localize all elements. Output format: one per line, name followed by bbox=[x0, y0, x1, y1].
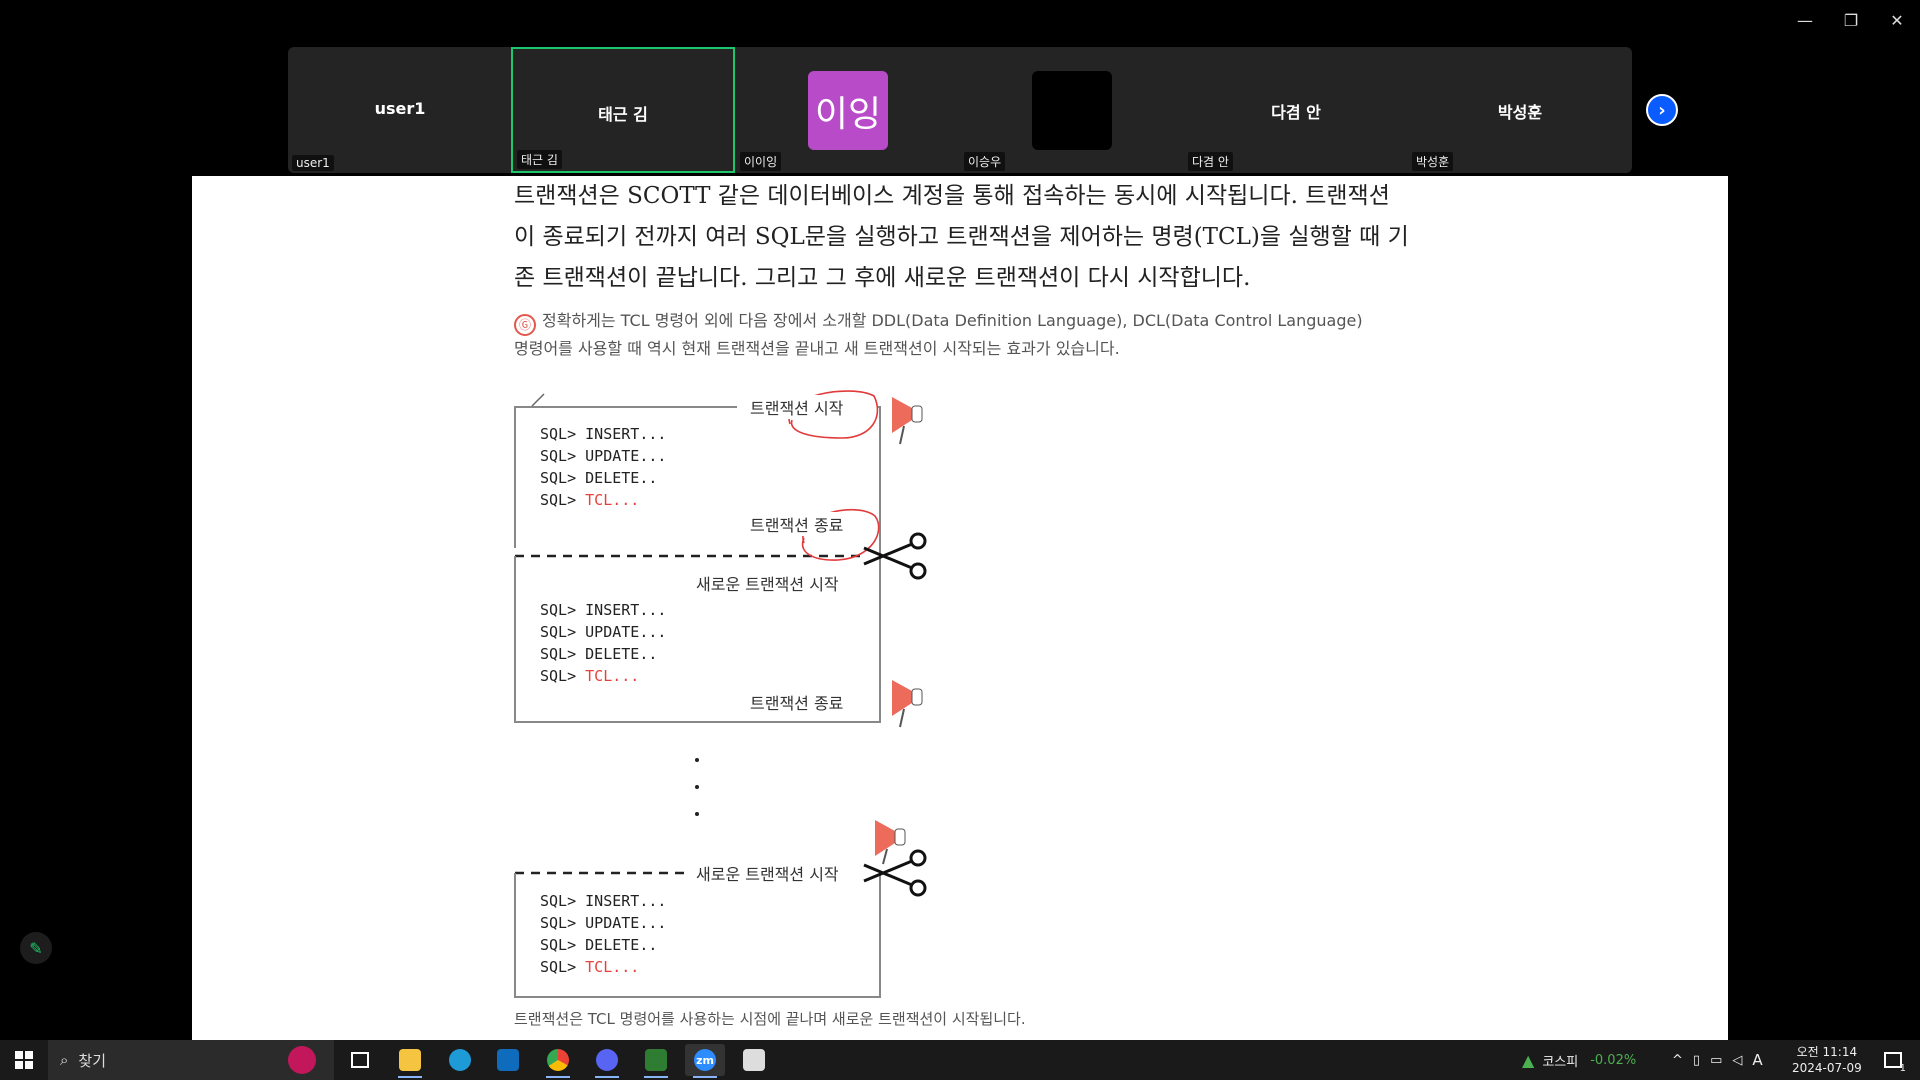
label-tx-end-2: 트랜잭션 종료 bbox=[744, 690, 850, 714]
media-player-icon bbox=[645, 1049, 667, 1071]
sql-line: SQL> UPDATE... bbox=[540, 623, 667, 641]
scissors-icon-2 bbox=[863, 849, 927, 897]
ime-indicator[interactable]: A bbox=[1752, 1051, 1762, 1069]
megaphone-icon-3 bbox=[875, 820, 906, 865]
minimize-button[interactable]: — bbox=[1782, 0, 1828, 40]
sql-line: SQL> TCL... bbox=[540, 667, 640, 685]
ellipsis-dot bbox=[695, 812, 699, 816]
participant-label: 박성훈 bbox=[1412, 152, 1454, 171]
search-icon: ⌕ bbox=[60, 1051, 69, 1069]
label-new-tx-start-2: 새로운 트랜잭션 시작 bbox=[690, 861, 845, 885]
stock-chart-icon: ▲ bbox=[1522, 1050, 1535, 1070]
sql-line: SQL> DELETE.. bbox=[540, 936, 658, 954]
sql-line: SQL> UPDATE... bbox=[540, 447, 667, 465]
chevron-right-icon: › bbox=[1658, 99, 1666, 121]
ellipsis-dot bbox=[695, 758, 699, 762]
taskbar-app-file-explorer[interactable] bbox=[390, 1044, 430, 1078]
discord-icon bbox=[596, 1049, 618, 1071]
participant-label: user1 bbox=[292, 155, 334, 171]
participant-name: user1 bbox=[374, 99, 426, 118]
taskbar-app-store[interactable] bbox=[488, 1044, 528, 1076]
ellipsis-dot bbox=[695, 785, 699, 789]
close-button[interactable]: ✕ bbox=[1874, 0, 1920, 40]
network-icon[interactable]: ▭ bbox=[1710, 1053, 1722, 1068]
video-thumbnail bbox=[1032, 71, 1112, 150]
megaphone-icon-1 bbox=[892, 397, 923, 445]
device-icon[interactable]: ▯ bbox=[1693, 1053, 1700, 1068]
notepad-icon bbox=[743, 1049, 765, 1071]
participant-name: 다겸 안 bbox=[1271, 103, 1321, 122]
annotate-button[interactable]: ✎ bbox=[20, 932, 52, 964]
search-placeholder: 찾기 bbox=[78, 1051, 107, 1070]
chevron-up-icon[interactable]: ^ bbox=[1672, 1053, 1683, 1068]
avatar: 이잉 bbox=[808, 71, 888, 150]
taskbar-app-edge[interactable] bbox=[440, 1044, 480, 1076]
taskbar-search[interactable]: ⌕ 찾기 bbox=[48, 1040, 334, 1080]
stock-widget[interactable]: ▲ 코스피 -0.02% bbox=[1522, 1040, 1636, 1080]
zoom-icon: zm bbox=[694, 1049, 716, 1071]
sql-line: SQL> INSERT... bbox=[540, 601, 667, 619]
sql-line: SQL> INSERT... bbox=[540, 425, 667, 443]
task-view-icon bbox=[351, 1052, 369, 1068]
figure-caption: 트랜잭션은 TCL 명령어를 사용하는 시점에 끝나며 새로운 트랜잭션이 시작… bbox=[514, 1010, 1026, 1028]
sql-line: SQL> UPDATE... bbox=[540, 914, 667, 932]
participant-label: 다겸 안 bbox=[1188, 152, 1233, 171]
taskbar: ⌕ 찾기 zm ▲ 코스피 -0.02% ^ ▯ ▭ ◁ A 오전 11:14 … bbox=[0, 1040, 1920, 1080]
sql-line: SQL> TCL... bbox=[540, 958, 640, 976]
next-page-button[interactable]: › bbox=[1646, 94, 1678, 126]
clock-time: 오전 11:14 bbox=[1796, 1045, 1858, 1059]
label-tx-end-1: 트랜잭션 종료 bbox=[744, 512, 850, 536]
edge-icon bbox=[449, 1049, 471, 1071]
participant-tile-active-speaker[interactable]: 태근 김 태근 김 bbox=[511, 47, 735, 173]
sql-line: SQL> TCL... bbox=[540, 491, 640, 509]
stock-name: 코스피 bbox=[1542, 1054, 1579, 1070]
participant-name: 박성훈 bbox=[1497, 103, 1543, 122]
notification-count: 1 bbox=[1899, 1063, 1906, 1074]
participant-tile-4[interactable]: 이승우 bbox=[960, 47, 1184, 173]
scissors-icon-1 bbox=[863, 532, 927, 580]
system-tray: ^ ▯ ▭ ◁ A bbox=[1672, 1040, 1763, 1080]
volume-icon[interactable]: ◁ bbox=[1732, 1053, 1742, 1068]
restore-button[interactable]: ❐ bbox=[1828, 0, 1874, 40]
participant-tile-user1[interactable]: user1 user1 bbox=[288, 47, 512, 173]
taskbar-app-notepad[interactable] bbox=[734, 1044, 774, 1076]
participant-label: 이승우 bbox=[964, 152, 1006, 171]
store-icon bbox=[497, 1049, 519, 1071]
search-highlight-icon bbox=[288, 1046, 316, 1074]
notification-button[interactable]: 1 bbox=[1878, 1040, 1908, 1080]
clock[interactable]: 오전 11:14 2024-07-09 bbox=[1792, 1040, 1862, 1080]
sql-line: SQL> DELETE.. bbox=[540, 645, 658, 663]
shared-screen: 트랜잭션은 SCOTT 같은 데이터베이스 계정을 통해 접속하는 동시에 시작… bbox=[192, 176, 1728, 1040]
pencil-icon: ✎ bbox=[29, 938, 43, 958]
participant-tile-6[interactable]: 박성훈 박성훈 bbox=[1408, 47, 1632, 173]
taskbar-app-discord[interactable] bbox=[587, 1044, 627, 1078]
taskbar-app-media[interactable] bbox=[636, 1044, 676, 1078]
participant-label: 태근 김 bbox=[517, 150, 562, 169]
participant-tile-3[interactable]: 이잉 이이잉 bbox=[736, 47, 960, 173]
transaction-diagram bbox=[514, 390, 927, 998]
label-new-tx-start-1: 새로운 트랜잭션 시작 bbox=[690, 571, 845, 595]
megaphone-icon-2 bbox=[892, 680, 923, 728]
sql-line: SQL> DELETE.. bbox=[540, 469, 658, 487]
participant-strip: user1 user1 태근 김 태근 김 이잉 이이잉 이승우 다겸 안 다겸… bbox=[288, 47, 1632, 173]
windows-icon bbox=[15, 1051, 33, 1069]
label-tx-start: 트랜잭션 시작 bbox=[744, 395, 850, 419]
task-view-button[interactable] bbox=[340, 1040, 380, 1080]
folder-icon bbox=[399, 1049, 421, 1071]
sql-block-2: SQL> INSERT... SQL> UPDATE... SQL> DELET… bbox=[540, 601, 666, 689]
participant-name: 태근 김 bbox=[598, 105, 648, 124]
clock-date: 2024-07-09 bbox=[1792, 1061, 1862, 1075]
start-button[interactable] bbox=[0, 1040, 48, 1080]
taskbar-app-zoom[interactable]: zm bbox=[685, 1044, 725, 1078]
taskbar-app-chrome[interactable] bbox=[538, 1044, 578, 1078]
participant-tile-5[interactable]: 다겸 안 다겸 안 bbox=[1184, 47, 1408, 173]
sql-block-3: SQL> INSERT... SQL> UPDATE... SQL> DELET… bbox=[540, 892, 666, 980]
chrome-icon bbox=[547, 1049, 569, 1071]
sql-line: SQL> INSERT... bbox=[540, 892, 667, 910]
stock-change: -0.02% bbox=[1590, 1052, 1637, 1068]
participant-label: 이이잉 bbox=[740, 152, 782, 171]
sql-block-1: SQL> INSERT... SQL> UPDATE... SQL> DELET… bbox=[540, 425, 666, 513]
